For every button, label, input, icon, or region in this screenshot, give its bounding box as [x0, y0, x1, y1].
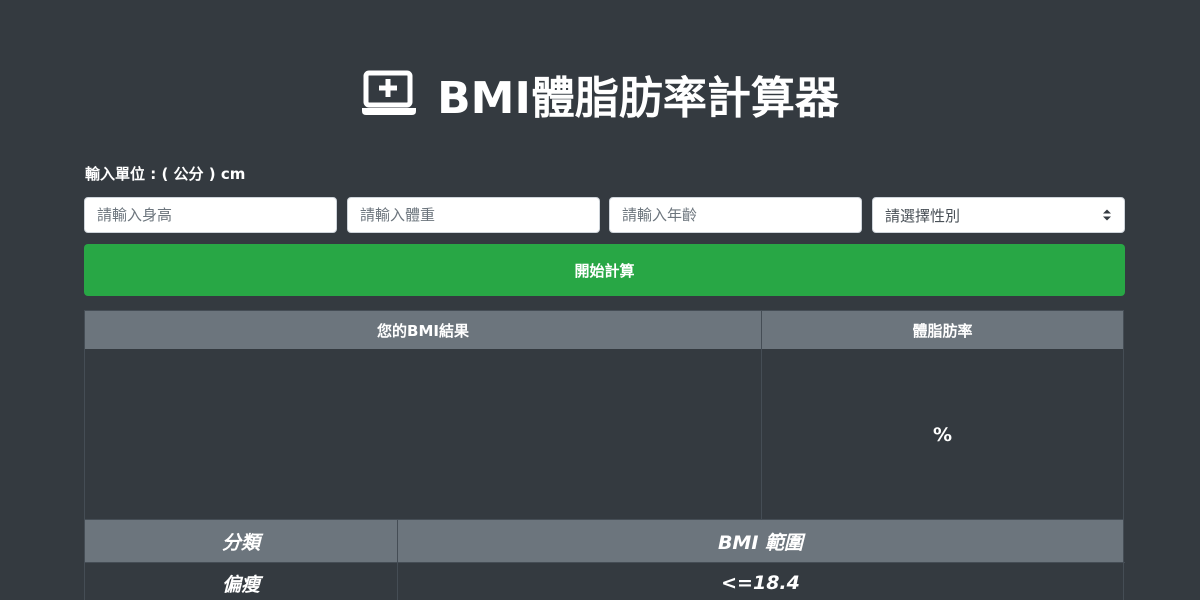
select-arrows-icon [1102, 208, 1112, 222]
bmi-result-value [85, 349, 761, 521]
category-cell: 偏瘦 [221, 573, 260, 596]
gender-select[interactable]: 請選擇性別 [872, 197, 1125, 233]
calculate-button[interactable]: 開始計算 [84, 244, 1125, 296]
column-divider [397, 520, 398, 600]
gender-select-value: 請選擇性別 [885, 206, 961, 225]
page: BMI體脂肪率計算器 輸入單位 : ( 公分 ) cm 請選擇性別 開始計算 您… [0, 0, 1200, 600]
unit-label: 輸入單位 : ( 公分 ) cm [85, 165, 246, 183]
bmi-range-header: BMI 範圍 [398, 520, 1123, 562]
bmi-range-table: 分類 BMI 範圍 偏瘦 <=18.4 [84, 519, 1125, 600]
category-header: 分類 [85, 520, 397, 562]
age-input[interactable] [609, 197, 862, 233]
height-input[interactable] [84, 197, 337, 233]
page-title-row: BMI體脂肪率計算器 [0, 62, 1200, 126]
bmi-range-cell: <=18.4 [721, 572, 800, 594]
weight-input[interactable] [347, 197, 600, 233]
page-title: BMI體脂肪率計算器 [437, 73, 839, 124]
result-table: 您的BMI結果 體脂肪率 % [84, 310, 1124, 521]
laptop-medical-icon [361, 70, 417, 118]
column-divider [761, 311, 762, 521]
bodyfat-header: 體脂肪率 [762, 311, 1123, 349]
bmi-result-header: 您的BMI結果 [85, 311, 761, 349]
bodyfat-value: % [932, 424, 953, 446]
